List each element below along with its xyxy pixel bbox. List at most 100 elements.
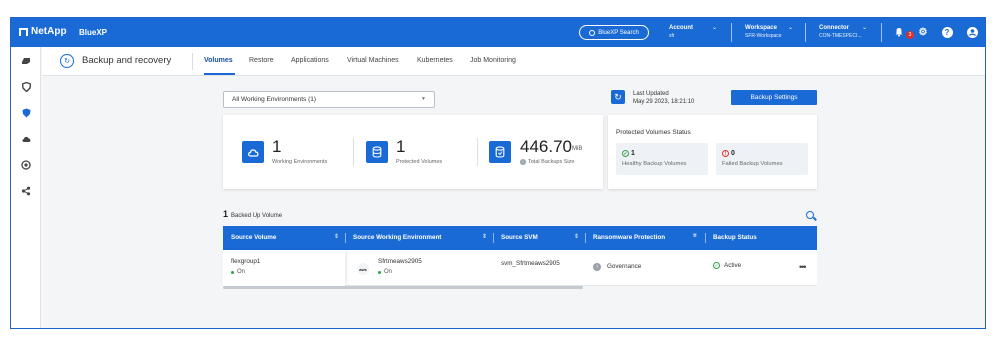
tab-virtual-machines[interactable]: Virtual Machines [347, 57, 399, 64]
notification-badge: 3 [906, 31, 914, 39]
chevron-down-icon: ▼ [421, 96, 426, 102]
shield-icon[interactable] [20, 81, 32, 93]
bluexp-search-button[interactable]: BlueXP Search [579, 25, 649, 40]
service-nav: ↻ Backup and recovery Volumes Restore Ap… [42, 47, 985, 76]
volume-state: On [231, 269, 245, 275]
volumes-table-header: Source Volume ⇕ Source Working Environme… [223, 226, 817, 250]
aws-icon: aws [357, 263, 369, 275]
status-dot-icon [378, 270, 381, 274]
connector-selector[interactable]: Connector CON-TMESPECI... [819, 24, 862, 40]
horizontal-scrollbar[interactable] [223, 286, 583, 289]
working-environment-select-value: All Working Environments (1) [232, 96, 317, 103]
backup-status: ✓ Active [713, 262, 741, 269]
account-selector[interactable]: Account sfr [669, 24, 693, 40]
workspace-chevron-down-icon[interactable]: ⌄ [788, 24, 793, 31]
total-backups-label: i Total Backups Size [520, 159, 574, 165]
tab-volumes[interactable]: Volumes [204, 57, 233, 64]
backed-up-volume-count: 1 [223, 209, 229, 219]
globe-icon[interactable] [20, 159, 32, 171]
working-environment-select[interactable]: All Working Environments (1) ▼ [223, 91, 435, 108]
user-profile-icon[interactable] [966, 26, 978, 38]
filter-icon[interactable]: ⩸ [693, 233, 697, 240]
account-value: sfr [669, 33, 675, 39]
connector-chevron-down-icon[interactable]: ⌄ [862, 24, 867, 31]
ransomware-protection-value: Governance [607, 263, 642, 270]
backup-settings-button[interactable]: Backup Settings [731, 90, 817, 105]
protected-volumes-status-card: Protected Volumes Status ✓ 1 Healthy Bac… [608, 115, 817, 189]
table-title: 1 Backed Up Volume [223, 209, 282, 219]
last-updated-value: May 29 2023, 18:21:10 [633, 99, 695, 105]
tab-applications[interactable]: Applications [291, 57, 329, 64]
database-icon [366, 141, 388, 163]
topbar-divider [805, 23, 806, 42]
failed-count-value: 0 [731, 150, 735, 157]
source-volume-cell: flexgroup1 On [223, 250, 345, 286]
healthy-label: Healthy Backup Volumes [622, 161, 687, 167]
row-actions-menu-icon[interactable]: ••• [799, 262, 807, 272]
volume-name[interactable]: flexgroup1 [231, 258, 260, 265]
last-updated: Last Updated May 29 2023, 18:21:10 [633, 90, 694, 106]
column-divider [493, 233, 494, 243]
failed-count: ! 0 [722, 150, 735, 157]
workspace-value: SFR-Workspace [745, 33, 782, 39]
service-divider [192, 53, 193, 70]
search-button-label: BlueXP Search [598, 29, 639, 36]
active-tab-indicator [204, 73, 235, 75]
tab-restore[interactable]: Restore [249, 57, 274, 64]
check-circle-icon: ✓ [622, 150, 629, 157]
stat-divider [477, 138, 478, 166]
working-environment-name[interactable]: Sfrtmeaws2905 [378, 258, 422, 265]
column-divider [345, 233, 346, 243]
refresh-icon[interactable]: ↻ [611, 90, 625, 104]
bell-icon[interactable] [893, 26, 905, 38]
status-dot-icon [231, 270, 234, 274]
left-sidebar [11, 47, 41, 328]
help-icon[interactable]: ? [941, 26, 953, 38]
sort-icon[interactable]: ⇕ [482, 233, 487, 240]
working-environment-state: On [378, 269, 392, 275]
total-backups-unit: MiB [572, 146, 583, 152]
info-icon[interactable]: i [520, 159, 526, 165]
healthy-count: ✓ 1 [622, 150, 635, 157]
info-icon[interactable]: i [593, 263, 601, 271]
storage-icon[interactable] [20, 55, 32, 67]
protection-icon[interactable] [20, 107, 32, 119]
error-circle-icon: ! [722, 150, 729, 157]
column-divider [705, 233, 706, 243]
tab-kubernetes[interactable]: Kubernetes [417, 57, 453, 64]
tab-job-monitoring[interactable]: Job Monitoring [470, 57, 516, 64]
netapp-logo[interactable]: NetApp [19, 26, 67, 37]
volume-state-value: On [237, 269, 246, 275]
healthy-backup-volumes-tile[interactable]: ✓ 1 Healthy Backup Volumes [616, 143, 708, 175]
sort-icon[interactable]: ⇕ [334, 233, 339, 240]
backup-database-icon [489, 141, 511, 163]
workspace-selector[interactable]: Workspace SFR-Workspace [745, 24, 782, 40]
column-source-volume[interactable]: Source Volume [231, 234, 276, 241]
check-circle-icon: ✓ [713, 262, 720, 269]
service-title: Backup and recovery [82, 55, 172, 66]
netapp-logo-icon [19, 27, 28, 36]
column-backup-status[interactable]: Backup Status [713, 234, 757, 241]
working-environments-count: 1 [272, 137, 282, 156]
backup-status-value: Active [724, 262, 742, 269]
cloud-icon[interactable] [20, 133, 32, 145]
failed-backup-volumes-tile[interactable]: ! 0 Failed Backup Volumes [716, 143, 808, 175]
stat-divider [353, 138, 354, 166]
workspace-label: Workspace [745, 25, 777, 31]
account-chevron-down-icon[interactable]: ⌄ [712, 24, 717, 31]
column-source-working-environment[interactable]: Source Working Environment [353, 234, 441, 241]
gear-icon[interactable]: ⚙ [917, 26, 929, 38]
product-name: BlueXP [79, 28, 108, 37]
svm-name: svm_Sfrtmeaws2905 [501, 260, 560, 267]
failed-label: Failed Backup Volumes [722, 161, 783, 167]
share-icon[interactable] [20, 185, 32, 197]
total-backups-label-text: Total Backups Size [528, 159, 575, 165]
connector-label: Connector [819, 25, 849, 31]
column-ransomware-protection[interactable]: Ransomware Protection [593, 234, 665, 241]
summary-card: 1 Working Environments 1 Protected Volum… [223, 115, 603, 189]
column-source-svm[interactable]: Source SVM [501, 234, 538, 241]
table-search-icon[interactable] [806, 211, 814, 219]
table-row[interactable]: flexgroup1 On aws Sfrtmeaws2905 On svm_S… [223, 250, 817, 286]
sort-icon[interactable]: ⇕ [574, 233, 579, 240]
top-bar: NetApp BlueXP BlueXP Search Account sfr … [11, 18, 985, 47]
